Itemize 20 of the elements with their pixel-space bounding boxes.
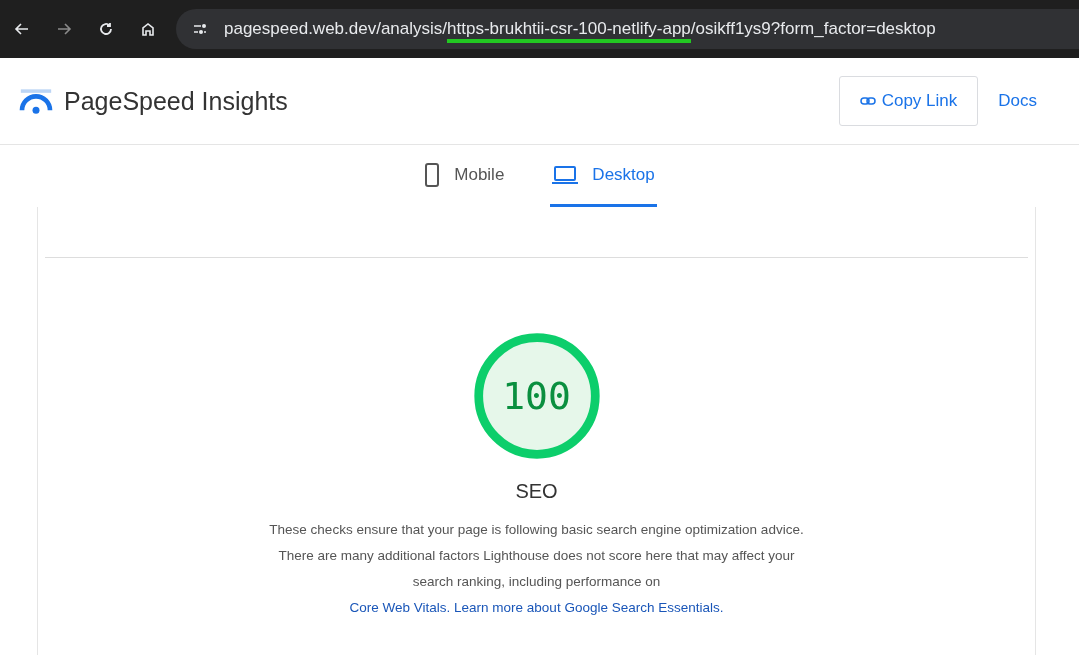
address-bar[interactable]: pagespeed.web.dev/analysis/https-brukhtii-csr-100-netlify-app/osikff1ys9?form_factor=desktop — [176, 9, 1079, 49]
phone-icon — [424, 162, 441, 187]
device-tab[interactable]: Mobile — [422, 145, 507, 207]
home-icon[interactable] — [140, 21, 156, 37]
laptop-icon — [552, 165, 579, 184]
category-title: SEO — [515, 480, 558, 503]
site-settings-icon[interactable] — [192, 21, 208, 37]
back-icon[interactable] — [14, 21, 30, 37]
category-description: These checks ensure that your page is following basic search engine optimization advice. There are many additional factors Lighthouse does not score here that may affect your search ranking, including performance on Core Web Vitals. Learn more about Google Search Essentials. — [268, 521, 805, 617]
device-tab[interactable]: Desktop — [550, 145, 657, 207]
docs-link[interactable]: Docs — [998, 91, 1037, 111]
logo-icon — [18, 87, 54, 115]
score-value: 100 — [501, 373, 572, 420]
description-link[interactable]: Core Web Vitals. — [349, 600, 451, 615]
reload-icon[interactable] — [98, 21, 114, 37]
description-link[interactable]: Learn more about Google Search Essentials. — [454, 600, 724, 615]
link-icon — [859, 96, 876, 106]
copy-link-button[interactable]: Copy Link — [838, 76, 979, 126]
forward-icon[interactable] — [56, 21, 72, 37]
app-title: PageSpeed Insights — [64, 86, 288, 116]
